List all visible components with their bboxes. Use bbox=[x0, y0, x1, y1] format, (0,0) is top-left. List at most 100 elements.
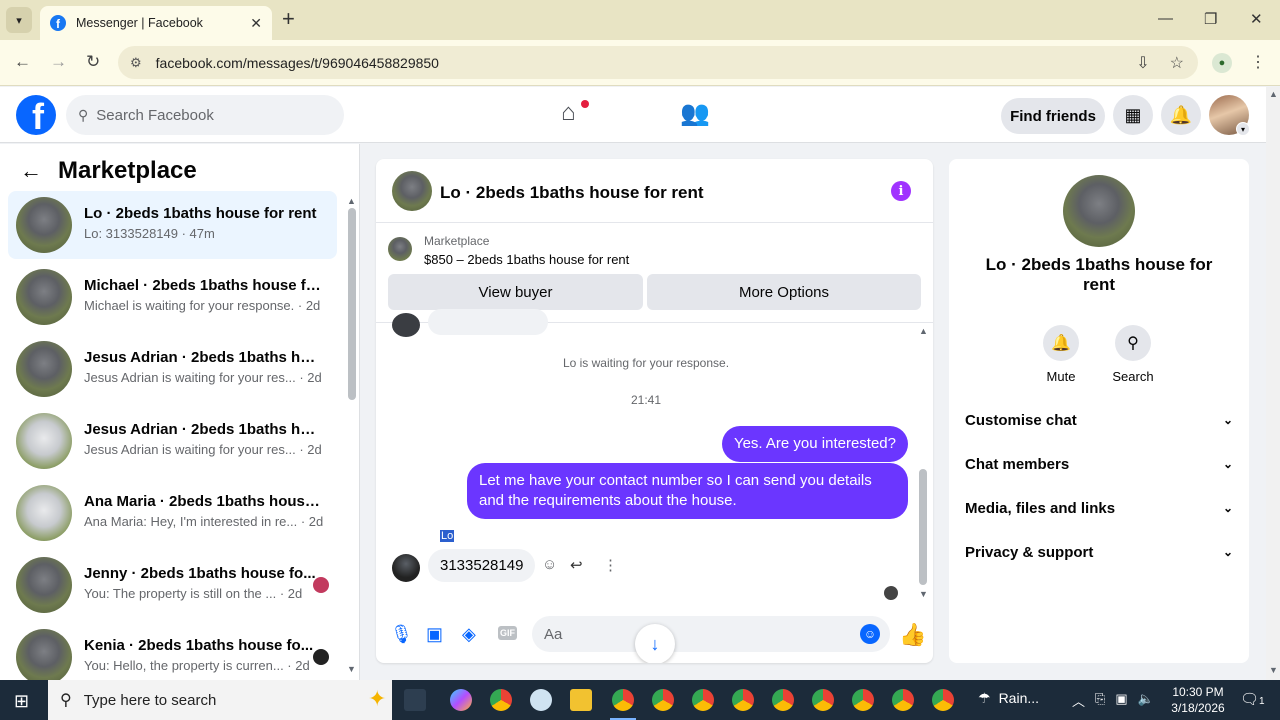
network-icon[interactable]: ▣ bbox=[1115, 691, 1127, 710]
scroll-down-arrow-icon[interactable]: ▼ bbox=[1269, 665, 1278, 675]
weather-widget[interactable]: ☂ Rain... bbox=[978, 690, 1039, 707]
emoji-icon[interactable]: ☺ bbox=[860, 624, 880, 644]
outgoing-message[interactable]: Let me have your contact number so I can… bbox=[467, 463, 908, 519]
outgoing-message[interactable]: Yes. Are you interested? bbox=[721, 426, 908, 462]
scroll-up-arrow-icon[interactable]: ▲ bbox=[1269, 89, 1278, 99]
new-tab-plus-icon[interactable]: + bbox=[282, 8, 295, 30]
profile-extension-icon[interactable]: ● bbox=[1212, 53, 1232, 73]
media-files-links-row[interactable]: Media, files and links ⌄ bbox=[965, 488, 1233, 528]
scroll-up-arrow-icon[interactable]: ▲ bbox=[347, 196, 356, 206]
customise-chat-row[interactable]: Customise chat ⌄ bbox=[965, 400, 1233, 440]
scroll-to-bottom-button[interactable]: ↓ bbox=[635, 624, 675, 663]
app-icon[interactable] bbox=[530, 689, 552, 711]
view-buyer-button[interactable]: View buyer bbox=[388, 274, 643, 310]
scroll-down-arrow-icon[interactable]: ▼ bbox=[347, 664, 356, 674]
friends-icon[interactable]: 👥 bbox=[680, 99, 710, 128]
browser-tab-messenger[interactable]: f Messenger | Facebook ✕ bbox=[40, 6, 272, 40]
chat-profile-name: Lo · 2beds 1baths house for rent bbox=[969, 255, 1229, 295]
chat-profile-name-line: Lo · 2beds 1baths house for bbox=[985, 255, 1213, 274]
menu-grid-icon[interactable]: ▦ bbox=[1113, 95, 1153, 135]
chrome-icon[interactable] bbox=[732, 689, 754, 711]
privacy-support-row[interactable]: Privacy & support ⌄ bbox=[965, 532, 1233, 572]
home-icon[interactable]: ⌂ bbox=[561, 99, 576, 127]
restore-icon[interactable]: ❐ bbox=[1204, 10, 1217, 28]
install-app-icon[interactable]: ⇩ bbox=[1136, 53, 1149, 73]
task-view-icon[interactable] bbox=[404, 689, 426, 711]
copilot-app-icon[interactable] bbox=[450, 689, 472, 711]
page-scrollbar[interactable]: ▲ ▼ bbox=[1266, 87, 1280, 680]
usb-icon[interactable]: ⎘ bbox=[1095, 691, 1105, 710]
more-actions-icon[interactable]: ⋮ bbox=[603, 556, 618, 574]
clock-time: 10:30 PM bbox=[1172, 685, 1224, 699]
chat-profile-avatar[interactable] bbox=[1063, 175, 1135, 247]
conversation-item[interactable]: Jesus Adrian · 2beds 1baths hou... Jesus… bbox=[8, 407, 337, 475]
info-icon[interactable]: i bbox=[891, 181, 911, 201]
reply-icon[interactable]: ↩ bbox=[570, 556, 583, 574]
back-icon[interactable]: ← bbox=[14, 52, 31, 72]
windows-start-icon[interactable]: ⊞ bbox=[14, 691, 29, 712]
chrome-icon[interactable] bbox=[812, 689, 834, 711]
conversation-item[interactable]: Jenny · 2beds 1baths house fo... You: Th… bbox=[8, 551, 337, 619]
back-arrow-icon[interactable]: ← bbox=[20, 158, 42, 184]
conversation-item[interactable]: Kenia · 2beds 1baths house fo... You: He… bbox=[8, 623, 337, 680]
gif-icon[interactable]: GIF bbox=[498, 626, 517, 640]
taskbar-clock[interactable]: 10:30 PM 3/18/2026 bbox=[1160, 684, 1236, 716]
volume-icon[interactable]: 🔈 bbox=[1138, 691, 1154, 710]
chrome-menu-icon[interactable]: ⋮ bbox=[1250, 52, 1266, 72]
site-info-icon[interactable]: ⚙ bbox=[130, 55, 142, 71]
chat-members-row[interactable]: Chat members ⌄ bbox=[965, 444, 1233, 484]
file-explorer-icon[interactable] bbox=[570, 689, 592, 711]
bookmark-star-icon[interactable]: ☆ bbox=[1170, 53, 1184, 73]
chrome-icon[interactable] bbox=[932, 689, 954, 711]
microphone-icon[interactable]: 🎙 bbox=[390, 624, 413, 645]
chrome-icon[interactable] bbox=[852, 689, 874, 711]
taskbar-search-input[interactable]: ⚲ Type here to search ✦ bbox=[48, 680, 392, 720]
find-friends-button[interactable]: Find friends bbox=[1001, 98, 1105, 134]
address-bar[interactable]: ⚙ facebook.com/messages/t/96904645882985… bbox=[118, 46, 1198, 79]
chevron-up-icon[interactable]: ︿ bbox=[1072, 691, 1085, 710]
chrome-icon[interactable] bbox=[772, 689, 794, 711]
panel-title: Marketplace bbox=[58, 157, 197, 184]
chat-avatar[interactable] bbox=[392, 171, 432, 211]
thumbs-up-icon[interactable]: 👍 bbox=[899, 622, 926, 648]
mute-button[interactable]: 🔔 Mute bbox=[1026, 325, 1096, 384]
chrome-icon[interactable] bbox=[652, 689, 674, 711]
conversation-item[interactable]: Ana Maria · 2beds 1baths house ... Ana M… bbox=[8, 479, 337, 547]
chrome-icon[interactable] bbox=[612, 689, 634, 711]
notifications-bell-icon[interactable]: 🔔 bbox=[1161, 95, 1201, 135]
conversation-item[interactable]: Jesus Adrian · 2beds 1baths hou... Jesus… bbox=[8, 335, 337, 403]
tab-close-icon[interactable]: ✕ bbox=[250, 15, 262, 32]
search-chat-button[interactable]: ⚲ Search bbox=[1098, 325, 1168, 384]
scrollbar[interactable] bbox=[348, 208, 356, 400]
conversation-item[interactable]: Lo · 2beds 1baths house for rent Lo: 313… bbox=[8, 191, 337, 259]
scroll-up-arrow-icon[interactable]: ▲ bbox=[919, 326, 928, 336]
tab-search-menu-icon[interactable]: ▾ bbox=[6, 7, 32, 33]
minimize-icon[interactable]: — bbox=[1158, 10, 1173, 27]
chrome-icon[interactable] bbox=[490, 689, 512, 711]
sticker-icon[interactable]: ◈ bbox=[462, 624, 476, 645]
message-bubble bbox=[428, 309, 548, 335]
more-options-button[interactable]: More Options bbox=[647, 274, 921, 310]
reload-icon[interactable]: ↻ bbox=[86, 52, 100, 72]
message-input[interactable]: Aa ☺ bbox=[532, 616, 890, 652]
facebook-logo-icon[interactable]: f bbox=[16, 95, 56, 135]
chat-header: Lo · 2beds 1baths house for rent i bbox=[376, 159, 933, 223]
chrome-icon[interactable] bbox=[692, 689, 714, 711]
search-placeholder: Search Facebook bbox=[96, 106, 214, 124]
forward-icon[interactable]: → bbox=[50, 52, 67, 72]
listing-description[interactable]: $850 – 2beds 1baths house for rent bbox=[424, 252, 629, 267]
chrome-icon[interactable] bbox=[892, 689, 914, 711]
facebook-search-input[interactable]: ⚲ Search Facebook bbox=[66, 95, 344, 135]
notification-center-icon[interactable]: 🗨1 bbox=[1240, 690, 1265, 708]
photo-icon[interactable]: ▣ bbox=[426, 624, 443, 645]
marketplace-label: Marketplace bbox=[424, 234, 490, 248]
chevron-down-icon[interactable]: ▾ bbox=[1236, 122, 1250, 136]
chat-title[interactable]: Lo · 2beds 1baths house for rent bbox=[440, 183, 704, 203]
scroll-down-arrow-icon[interactable]: ▼ bbox=[919, 589, 928, 599]
react-icon[interactable]: ☺ bbox=[542, 556, 557, 573]
close-window-icon[interactable]: ✕ bbox=[1250, 10, 1263, 28]
conversation-item[interactable]: Michael · 2beds 1baths house fo... Micha… bbox=[8, 263, 337, 331]
chat-profile-name-line: rent bbox=[1082, 275, 1116, 294]
scrollbar[interactable] bbox=[919, 469, 927, 585]
incoming-message[interactable]: 3133528149 bbox=[428, 549, 536, 582]
